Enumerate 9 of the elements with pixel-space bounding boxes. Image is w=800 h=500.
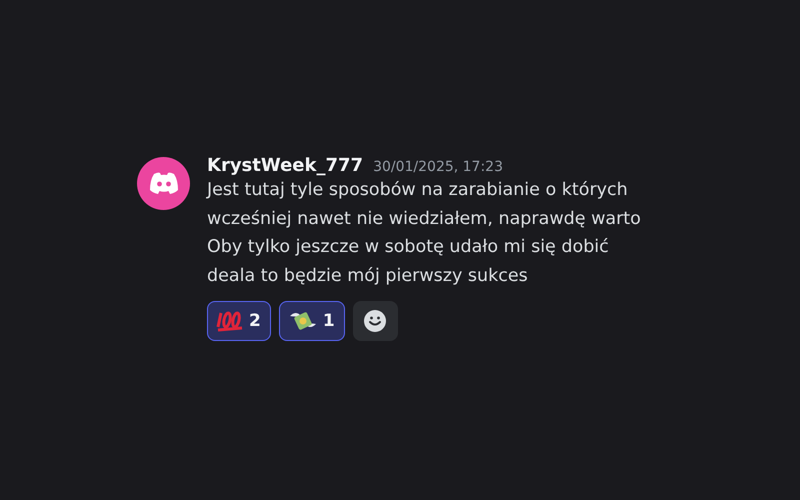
message-text: Jest tutaj tyle sposobów na zarabianie o których wcześniej nawet nie wiedziałem, naprawdę warto Oby tylko jeszcze w sobotę udało mi się dobić deala to będzie mój pierwszy sukces	[207, 179, 641, 288]
game-controller-icon	[148, 172, 178, 195]
add-reaction-button[interactable]	[352, 301, 398, 341]
reaction-button[interactable]: 2	[207, 301, 271, 341]
reaction-button[interactable]: 1	[278, 301, 345, 341]
hundred-points-icon	[216, 309, 244, 333]
smiley-icon	[363, 309, 388, 333]
timestamp: 30/01/2025, 17:23	[373, 159, 503, 175]
username[interactable]: KrystWeek_777	[207, 155, 364, 176]
